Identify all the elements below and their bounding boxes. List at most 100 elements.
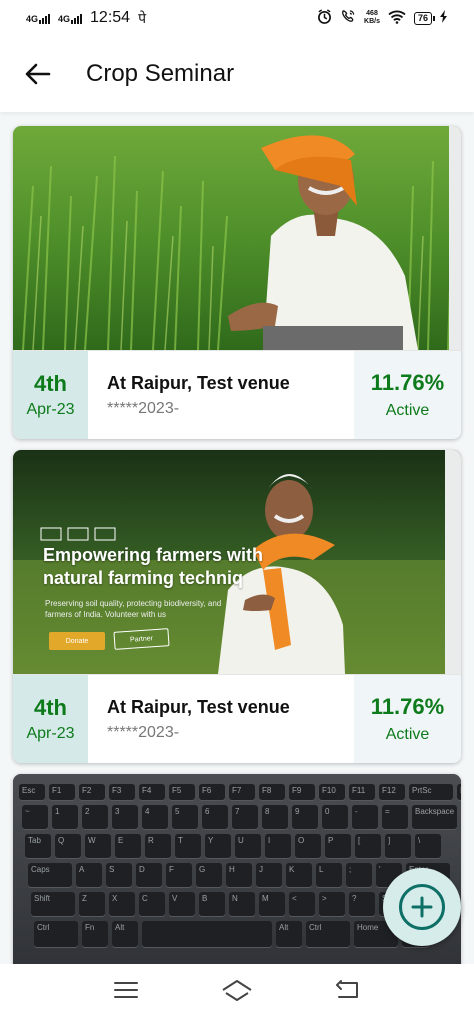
notification-glyph: पे [138, 9, 147, 26]
banner-headline: Empowering farmers with natural farming … [43, 545, 264, 588]
keyboard-key: PrtSc [409, 784, 453, 800]
keyboard-key: F10 [319, 784, 345, 800]
keyboard-key: 3 [112, 805, 138, 829]
keyboard-key: I [265, 834, 291, 858]
signal-1: 4G [26, 13, 51, 24]
keyboard-key: L [316, 863, 342, 887]
keyboard-key: Alt [276, 921, 302, 947]
keyboard-key: - [352, 805, 378, 829]
keyboard-key: Insert [457, 784, 461, 800]
date-box: 4th Apr-23 [13, 675, 88, 763]
keyboard-key: U [235, 834, 261, 858]
date-day: 4th [34, 695, 67, 720]
seminar-card[interactable]: EscF1F2F3F4F5F6F7F8F9F10F11F12PrtScInser… [13, 774, 461, 964]
seminar-card[interactable]: 4th Apr-23 At Raipur, Test venue *****20… [13, 126, 461, 439]
home-button[interactable] [207, 968, 267, 1012]
keyboard-key: Ctrl [34, 921, 78, 947]
status-label: Active [385, 402, 430, 419]
keyboard-key: F2 [79, 784, 105, 800]
menu-button[interactable] [96, 968, 156, 1012]
status-label: Active [385, 726, 430, 743]
keyboard-key: X [109, 892, 135, 916]
keyboard-key: N [229, 892, 255, 916]
keyboard-key: Ctrl [306, 921, 350, 947]
back-nav-button[interactable] [318, 968, 378, 1012]
keyboard-key: F11 [349, 784, 375, 800]
battery-icon: 76 [413, 11, 436, 25]
page-title: Crop Seminar [86, 60, 235, 87]
keyboard-key: ; [346, 863, 372, 887]
keyboard-key: F1 [49, 784, 75, 800]
keyboard-key: G [196, 863, 222, 887]
keyboard-key: Caps [28, 863, 72, 887]
keyboard-key: C [139, 892, 165, 916]
menu-icon [113, 982, 138, 998]
date-day: 4th [34, 371, 67, 396]
keyboard-key: Z [79, 892, 105, 916]
keyboard-key: T [175, 834, 201, 858]
seminar-banner-image [13, 126, 461, 350]
system-nav-bar [0, 964, 474, 1016]
progress-box: 11.76% Active [354, 675, 461, 763]
venue-label: At Raipur, Test venue [107, 696, 290, 717]
keyboard-key: D [136, 863, 162, 887]
venue-label: At Raipur, Test venue [107, 372, 290, 393]
keyboard-key: ? [349, 892, 375, 916]
keyboard-key: Fn [82, 921, 108, 947]
keyboard-key: F7 [229, 784, 255, 800]
keyboard-row: ~1 2 3 4 5 6 7 8 9 0- = Backspace [19, 805, 458, 829]
keyboard-key: K [286, 863, 312, 887]
keyboard-key: 5 [172, 805, 198, 829]
keyboard-key: Alt [112, 921, 138, 947]
banner-subtext: Preserving soil quality, protecting biod… [45, 599, 222, 619]
keyboard-key: F4 [139, 784, 165, 800]
keyboard-key: V [169, 892, 195, 916]
keyboard-key: F8 [259, 784, 285, 800]
keyboard-key: Q [55, 834, 81, 858]
status-bar: 4G 4G 12:54 पे 468 KB/s 76 [0, 0, 474, 36]
keyboard-key: ] [385, 834, 411, 858]
keyboard-key: F9 [289, 784, 315, 800]
partner-button: Partner [113, 628, 170, 650]
network-speed: 468 KB/s [364, 10, 380, 25]
clock: 12:54 [90, 9, 131, 26]
add-seminar-button[interactable] [383, 868, 461, 946]
keyboard-key: J [256, 863, 282, 887]
percent-value: 11.76% [370, 694, 445, 719]
wifi-icon [388, 10, 406, 27]
keyboard-key: H [226, 863, 252, 887]
percent-value: 11.76% [370, 370, 445, 395]
signal-2: 4G [58, 13, 83, 24]
keyboard-key: Y [205, 834, 231, 858]
arrow-left-icon [25, 63, 51, 85]
progress-box: 11.76% Active [354, 351, 461, 439]
plus-icon [411, 896, 433, 918]
keyboard-key: F5 [169, 784, 195, 800]
alarm-icon [317, 9, 332, 27]
keyboard-key: 9 [292, 805, 318, 829]
seminar-info-row: 4th Apr-23 At Raipur, Test venue *****20… [13, 674, 461, 763]
seminar-code: *****2023- [107, 723, 180, 741]
keyboard-key: = [382, 805, 408, 829]
app-bar: Crop Seminar [0, 36, 474, 112]
keyboard-key: O [295, 834, 321, 858]
home-icon [222, 980, 252, 1001]
keyboard-key: 7 [232, 805, 258, 829]
seminar-banner-image: Empowering farmers with natural farming … [13, 450, 461, 674]
keyboard-key: [ [355, 834, 381, 858]
keyboard-key: S [106, 863, 132, 887]
back-button[interactable] [6, 42, 70, 106]
keyboard-key [142, 921, 272, 947]
keyboard-key: R [145, 834, 171, 858]
keyboard-key: 0 [322, 805, 348, 829]
date-month: Apr-23 [26, 401, 75, 418]
date-box: 4th Apr-23 [13, 351, 88, 439]
seminar-card[interactable]: Empowering farmers with natural farming … [13, 450, 461, 763]
back-icon [336, 980, 359, 998]
keyboard-key: W [85, 834, 111, 858]
keyboard-key: > [319, 892, 345, 916]
keyboard-key: \ [415, 834, 441, 858]
seminar-list[interactable]: 4th Apr-23 At Raipur, Test venue *****20… [0, 112, 474, 964]
keyboard-key: P [325, 834, 351, 858]
keyboard-key: 4 [142, 805, 168, 829]
